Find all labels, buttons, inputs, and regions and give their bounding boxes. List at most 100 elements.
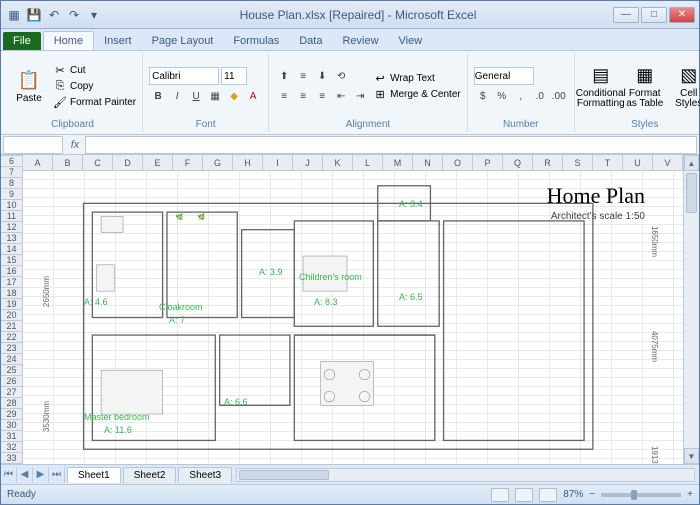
zoom-in-button[interactable]: + — [687, 489, 693, 500]
row-header[interactable]: 21 — [1, 321, 22, 332]
sheet-nav-last[interactable]: ⏭ — [49, 467, 65, 483]
format-as-table-button[interactable]: ▦Format as Table — [625, 55, 665, 117]
tab-home[interactable]: Home — [43, 31, 94, 50]
col-header[interactable]: C — [83, 155, 113, 170]
tab-view[interactable]: View — [389, 32, 433, 50]
row-header[interactable]: 11 — [1, 211, 22, 222]
tab-review[interactable]: Review — [332, 32, 388, 50]
row-header[interactable]: 23 — [1, 343, 22, 354]
indent-dec-button[interactable]: ⇤ — [332, 87, 350, 105]
scroll-up-button[interactable]: ▲ — [684, 155, 699, 171]
number-format-select[interactable] — [474, 67, 534, 85]
tab-insert[interactable]: Insert — [94, 32, 142, 50]
row-header[interactable]: 27 — [1, 387, 22, 398]
align-left-button[interactable]: ≡ — [275, 87, 293, 105]
horizontal-scrollbar[interactable] — [236, 468, 695, 482]
format-painter-button[interactable]: 🖌Format Painter — [53, 95, 136, 109]
col-header[interactable]: V — [653, 155, 683, 170]
orientation-button[interactable]: ⟲ — [332, 67, 350, 85]
align-middle-button[interactable]: ≡ — [294, 67, 312, 85]
currency-button[interactable]: $ — [474, 87, 492, 105]
row-header[interactable]: 13 — [1, 233, 22, 244]
sheet-tab-1[interactable]: Sheet1 — [67, 467, 121, 483]
view-layout-button[interactable] — [515, 488, 533, 502]
row-header[interactable]: 12 — [1, 222, 22, 233]
sheet-nav-first[interactable]: ⏮ — [1, 467, 17, 483]
indent-inc-button[interactable]: ⇥ — [351, 87, 369, 105]
tab-file[interactable]: File — [3, 32, 41, 50]
row-header[interactable]: 10 — [1, 200, 22, 211]
view-normal-button[interactable] — [491, 488, 509, 502]
col-header[interactable]: M — [383, 155, 413, 170]
fx-icon[interactable]: fx — [65, 139, 85, 151]
sheet-nav-next[interactable]: ▶ — [33, 467, 49, 483]
sheet-tab-2[interactable]: Sheet2 — [123, 467, 177, 483]
row-header[interactable]: 16 — [1, 266, 22, 277]
col-header[interactable]: I — [263, 155, 293, 170]
row-header[interactable]: 20 — [1, 310, 22, 321]
scroll-thumb-h[interactable] — [239, 470, 329, 480]
sheet-tab-3[interactable]: Sheet3 — [178, 467, 232, 483]
row-header[interactable]: 18 — [1, 288, 22, 299]
col-header[interactable]: D — [113, 155, 143, 170]
col-header[interactable]: F — [173, 155, 203, 170]
row-header[interactable]: 24 — [1, 354, 22, 365]
cell-grid[interactable]: 🌿🌿 Home Plan Architect's scale 1:50 A: 4… — [23, 171, 683, 464]
zoom-out-button[interactable]: − — [589, 489, 595, 500]
row-header[interactable]: 17 — [1, 277, 22, 288]
formula-input[interactable] — [85, 136, 697, 154]
col-header[interactable]: K — [323, 155, 353, 170]
col-header[interactable]: L — [353, 155, 383, 170]
percent-button[interactable]: % — [493, 87, 511, 105]
col-header[interactable]: E — [143, 155, 173, 170]
col-header[interactable]: J — [293, 155, 323, 170]
vertical-scrollbar[interactable]: ▲ ▼ — [683, 155, 699, 464]
tab-page-layout[interactable]: Page Layout — [142, 32, 224, 50]
conditional-formatting-button[interactable]: ▤Conditional Formatting — [581, 55, 621, 117]
row-header[interactable]: 15 — [1, 255, 22, 266]
align-top-button[interactable]: ⬆ — [275, 67, 293, 85]
merge-center-button[interactable]: ⊞Merge & Center — [373, 87, 461, 101]
row-header[interactable]: 22 — [1, 332, 22, 343]
align-center-button[interactable]: ≡ — [294, 87, 312, 105]
col-header[interactable]: T — [593, 155, 623, 170]
qat-dropdown-icon[interactable]: ▾ — [85, 6, 103, 24]
comma-button[interactable]: , — [512, 87, 530, 105]
row-header[interactable]: 9 — [1, 189, 22, 200]
italic-button[interactable]: I — [168, 87, 186, 105]
minimize-button[interactable]: — — [613, 7, 639, 23]
font-color-button[interactable]: A — [244, 87, 262, 105]
underline-button[interactable]: U — [187, 87, 205, 105]
row-header[interactable]: 14 — [1, 244, 22, 255]
paste-button[interactable]: 📋 Paste — [9, 55, 49, 117]
name-box[interactable] — [3, 136, 63, 154]
row-header[interactable]: 31 — [1, 431, 22, 442]
col-header[interactable]: G — [203, 155, 233, 170]
cut-button[interactable]: ✂Cut — [53, 63, 136, 77]
maximize-button[interactable]: □ — [641, 7, 667, 23]
decimal-inc-button[interactable]: .0 — [531, 87, 549, 105]
save-icon[interactable]: 💾 — [25, 6, 43, 24]
col-header[interactable]: R — [533, 155, 563, 170]
col-header[interactable]: Q — [503, 155, 533, 170]
col-header[interactable]: O — [443, 155, 473, 170]
wrap-text-button[interactable]: ↩Wrap Text — [373, 71, 461, 85]
col-header[interactable]: P — [473, 155, 503, 170]
col-header[interactable]: B — [53, 155, 83, 170]
row-header[interactable]: 33 — [1, 453, 22, 464]
undo-icon[interactable]: ↶ — [45, 6, 63, 24]
col-header[interactable]: U — [623, 155, 653, 170]
row-header[interactable]: 30 — [1, 420, 22, 431]
zoom-slider[interactable] — [601, 493, 681, 497]
fill-color-button[interactable]: ◆ — [225, 87, 243, 105]
row-header[interactable]: 32 — [1, 442, 22, 453]
col-header[interactable]: N — [413, 155, 443, 170]
close-button[interactable]: ✕ — [669, 7, 695, 23]
row-header[interactable]: 7 — [1, 167, 22, 178]
scroll-down-button[interactable]: ▼ — [684, 448, 699, 464]
font-size-input[interactable] — [221, 67, 247, 85]
col-header[interactable]: H — [233, 155, 263, 170]
row-header[interactable]: 26 — [1, 376, 22, 387]
align-bottom-button[interactable]: ⬇ — [313, 67, 331, 85]
font-name-input[interactable] — [149, 67, 219, 85]
